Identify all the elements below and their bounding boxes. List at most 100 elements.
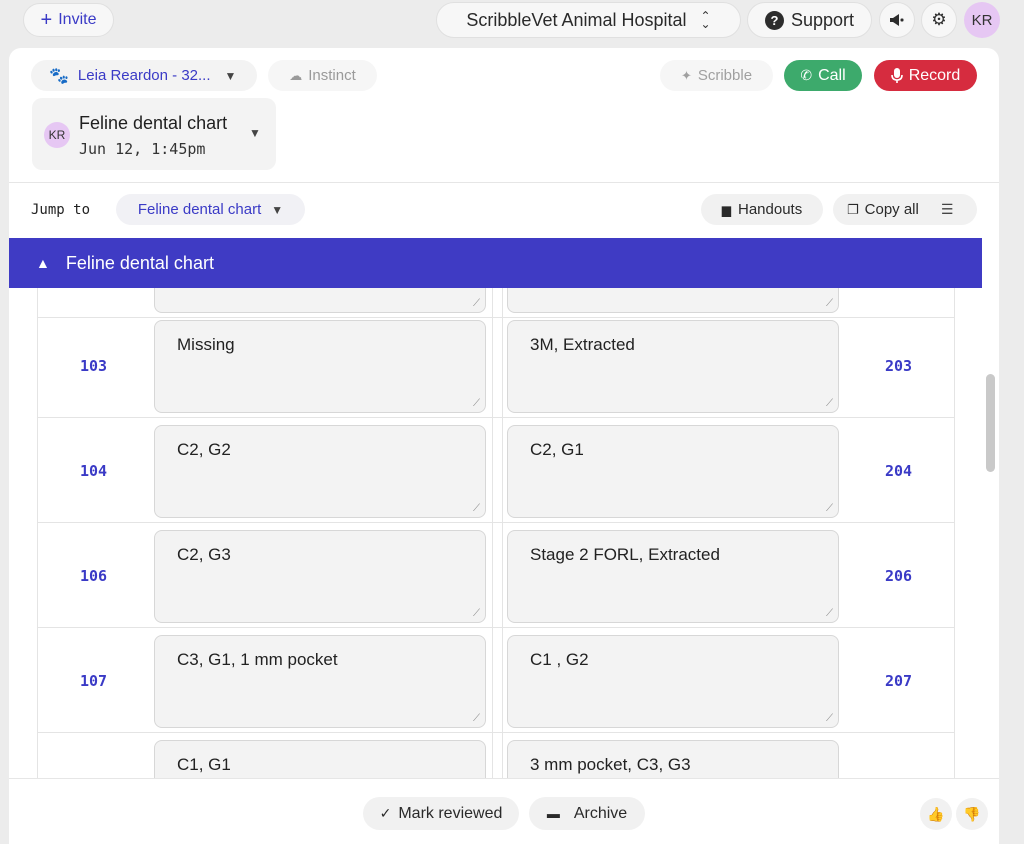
tooth-note: Missing [177,335,235,354]
scrollbar-thumb[interactable] [986,374,995,472]
section-header[interactable]: ▲ Feline dental chart [9,238,982,288]
tooth-note: C1, G1 [177,755,231,774]
megaphone-icon [890,14,904,26]
tooth-note-field[interactable]: 3 mm pocket, C3, G3 [507,740,839,778]
main-panel: 🐾 Leia Reardon - 32... ▼ ☁ Instinct ✦ Sc… [9,48,999,844]
tooth-note-field[interactable]: Missing ⟋ [154,320,486,413]
tooth-number: 204 [885,462,913,480]
tooth-note: C1 , G2 [530,650,589,669]
divider [9,778,999,779]
tooth-note-field[interactable]: ⟋ [154,288,486,313]
tooth-note: C2, G3 [177,545,231,564]
resize-grip-icon[interactable]: ⟋ [473,298,480,309]
handouts-button[interactable]: ▆ Handouts [701,194,823,225]
section-title: Feline dental chart [65,252,214,273]
record-label: Record [908,66,961,84]
record-button[interactable]: Record [874,60,977,91]
copy-all-label: Copy all [864,201,919,218]
tooth-note-field[interactable]: C3, G1, 1 mm pocket ⟋ [154,635,486,728]
sparkle-icon: ✦ [680,67,692,83]
mark-reviewed-button[interactable]: ✓ Mark reviewed [363,797,519,830]
archive-icon: ▬ [546,806,560,821]
settings-button[interactable]: ⚙ [921,2,957,38]
thumbs-up-button[interactable]: 👍 [920,798,952,830]
user-avatar[interactable]: KR [964,2,1000,38]
chevron-down-icon: ▼ [271,202,284,217]
copy-icon: ❐ [847,201,859,217]
patient-name: Leia Reardon - 32... [77,67,211,84]
tooth-note-field[interactable]: ⟋ [507,288,839,313]
scribble-label: Scribble [697,67,753,84]
hospital-selector[interactable]: ScribbleVet Animal Hospital ⌃ ⌄ [436,2,741,38]
tooth-note-field[interactable]: C2, G2 ⟋ [154,425,486,518]
call-label: Call [818,66,846,84]
visit-title: Feline dental chart [79,113,228,133]
resize-grip-icon[interactable]: ⟋ [826,398,833,409]
jump-to-value: Feline dental chart [137,201,262,218]
tooth-note-field[interactable]: C1 , G2 ⟋ [507,635,839,728]
document-icon: ▆ [721,202,731,217]
announcements-button[interactable] [879,2,915,38]
tooth-note: C2, G2 [177,440,231,459]
jump-to-label: Jump to [31,202,91,218]
gear-icon: ⚙ [931,10,947,29]
tooth-note: C2, G1 [530,440,584,459]
thumbs-up-icon: 👍 [927,805,945,822]
resize-grip-icon[interactable]: ⟋ [473,713,480,724]
cloud-icon: ☁ [289,67,303,83]
resize-grip-icon[interactable]: ⟋ [826,298,833,309]
visit-selector[interactable]: KR Feline dental chart Jun 12, 1:45pm ▼ [32,98,276,170]
tooth-note: C3, G1, 1 mm pocket [177,650,338,669]
thumbs-down-button[interactable]: 👎 [956,798,988,830]
support-label: Support [790,9,855,30]
visit-date: Jun 12, 1:45pm [79,140,206,158]
scribble-button[interactable]: ✦ Scribble [660,60,773,91]
plus-icon: + [40,9,53,31]
sliders-icon[interactable]: ☰ [941,201,954,218]
tooth-note-field[interactable]: 3M, Extracted ⟋ [507,320,839,413]
tooth-note-field[interactable]: C1, G1 [154,740,486,778]
tooth-number: 104 [80,462,108,480]
instinct-button[interactable]: ☁ Instinct [268,60,377,91]
tooth-number: 207 [885,672,913,690]
archive-label: Archive [573,804,628,822]
microphone-icon [890,67,903,83]
patient-selector[interactable]: 🐾 Leia Reardon - 32... ▼ [31,60,257,91]
resize-grip-icon[interactable]: ⟋ [826,713,833,724]
tooth-note-field[interactable]: Stage 2 FORL, Extracted ⟋ [507,530,839,623]
phone-icon: ✆ [800,67,813,83]
resize-grip-icon[interactable]: ⟋ [473,608,480,619]
column-divider [492,288,503,778]
tooth-note-field[interactable]: C2, G3 ⟋ [154,530,486,623]
tooth-number: 107 [80,672,108,690]
thumbs-down-icon: 👎 [963,805,981,822]
resize-grip-icon[interactable]: ⟋ [826,503,833,514]
dental-chart: ⟋ ⟋ 103 Missing ⟋ 3M, Extracted ⟋ 203 104 … [37,288,955,778]
tooth-note: Stage 2 FORL, Extracted [530,545,720,564]
tooth-note: 3M, Extracted [530,335,635,354]
jump-to-select[interactable]: Feline dental chart ▼ [116,194,305,225]
tooth-number: 106 [80,567,108,585]
check-icon: ✓ [379,805,392,821]
resize-grip-icon[interactable]: ⟋ [473,398,480,409]
tooth-number: 206 [885,567,913,585]
chevron-up-icon: ▲ [36,255,50,271]
instinct-label: Instinct [308,67,356,84]
call-button[interactable]: ✆ Call [784,60,862,91]
resize-grip-icon[interactable]: ⟋ [473,503,480,514]
paw-icon: 🐾 [49,67,69,85]
archive-button[interactable]: ▬ Archive [529,797,645,830]
copy-all-button[interactable]: ❐ Copy all ☰ [833,194,977,225]
invite-button[interactable]: + Invite [23,3,114,37]
resize-grip-icon[interactable]: ⟋ [826,608,833,619]
hospital-name: ScribbleVet Animal Hospital [466,9,687,30]
tooth-note: 3 mm pocket, C3, G3 [530,755,691,774]
support-button[interactable]: ? Support [747,2,872,38]
tooth-note-field[interactable]: C2, G1 ⟋ [507,425,839,518]
tooth-number: 203 [885,357,913,375]
handouts-label: Handouts [738,201,803,218]
visit-avatar: KR [44,122,70,148]
help-icon: ? [764,10,784,30]
mark-reviewed-label: Mark reviewed [398,804,503,822]
invite-label: Invite [58,11,97,28]
